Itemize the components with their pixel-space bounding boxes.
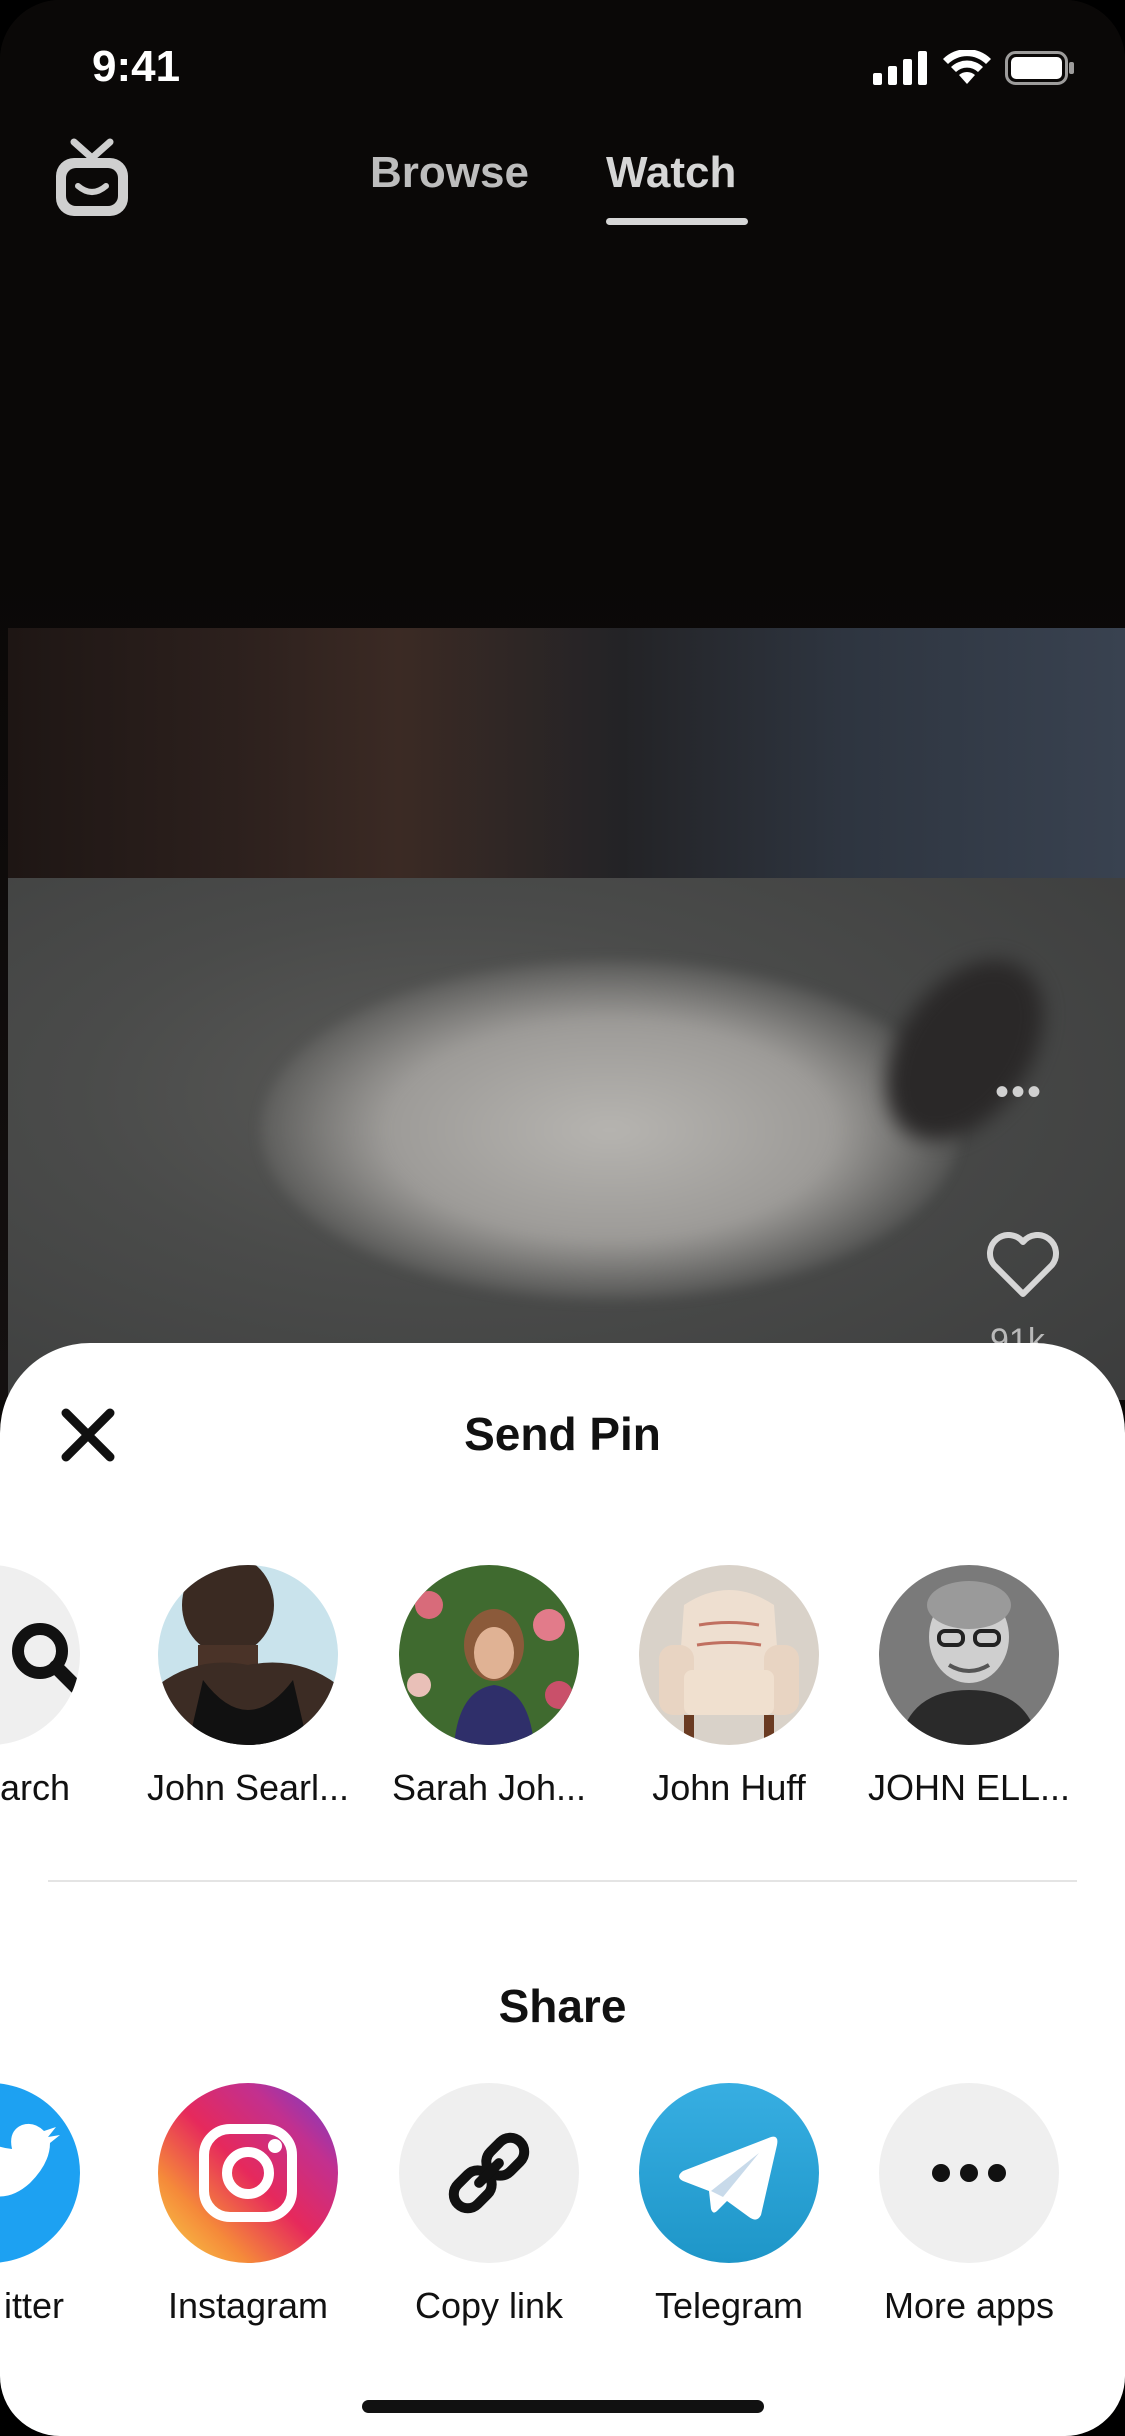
cellular-signal-icon [873,51,927,85]
app-label: Telegram [654,2285,804,2326]
status-icons [873,50,1075,86]
avatar-photo [399,1565,579,1745]
video-frame-wall [8,628,1125,898]
avatar-photo [879,1565,1059,1745]
top-tabs: Browse Watch [0,148,1125,228]
home-indicator[interactable] [362,2400,764,2413]
twitter-icon [0,2083,80,2263]
tab-watch-indicator [606,218,748,225]
screen: 9:41 Browse Watch ••• 91k Send Pin arch … [0,0,1125,2436]
avatar [399,1565,579,1745]
contact-name: arch [0,1767,70,1808]
more-horizontal-icon [879,2083,1059,2263]
status-bar: 9:41 [0,0,1125,140]
avatar [879,1565,1059,1745]
contact-item[interactable]: JOHN ELL... [849,1565,1089,1809]
telegram-icon [639,2083,819,2263]
contact-item[interactable]: John Huff [609,1565,849,1809]
video-frame-subject [260,960,960,1300]
contact-name: JOHN ELL... [867,1767,1071,1808]
contact-name: Sarah Joh... [391,1767,587,1808]
app-label: Copy link [414,2285,564,2326]
contact-search[interactable]: arch [0,1565,110,1809]
avatar [158,1565,338,1745]
share-twitter[interactable]: itter [0,2083,110,2327]
share-apps-row: itter Instagram Copy link Telegram More … [0,2083,1125,2343]
share-telegram[interactable]: Telegram [609,2083,849,2327]
more-dots-icon[interactable]: ••• [995,1070,1043,1115]
wifi-icon [943,50,991,84]
avatar [639,1565,819,1745]
send-pin-sheet: Send Pin arch John Searl... Sarah Joh...… [0,1343,1125,2436]
share-title: Share [498,1980,627,2032]
contacts-row: arch John Searl... Sarah Joh... John Huf… [0,1565,1125,1808]
divider [48,1880,1077,1882]
share-instagram[interactable]: Instagram [128,2083,368,2327]
contact-item[interactable]: Sarah Joh... [369,1565,609,1809]
share-copy-link[interactable]: Copy link [369,2083,609,2327]
app-label: itter [3,2285,64,2326]
tab-browse[interactable]: Browse [370,148,529,198]
contact-item[interactable]: John Searl... [128,1565,368,1809]
instagram-icon [158,2083,338,2263]
link-icon [399,2083,579,2263]
share-more-apps[interactable]: More apps [849,2083,1089,2327]
contact-name: John Searl... [146,1767,350,1808]
search-icon [12,1623,80,1694]
app-label: Instagram [167,2285,329,2326]
avatar-photo [639,1565,819,1745]
status-time: 9:41 [92,42,181,91]
app-label: More apps [883,2285,1055,2326]
contact-name: John Huff [652,1767,806,1808]
sheet-title: Send Pin [464,1408,661,1460]
battery-icon [1005,51,1074,85]
search-avatar [0,1565,80,1745]
avatar-photo [158,1565,338,1745]
heart-icon[interactable] [986,1232,1060,1298]
tab-watch[interactable]: Watch [606,148,736,198]
